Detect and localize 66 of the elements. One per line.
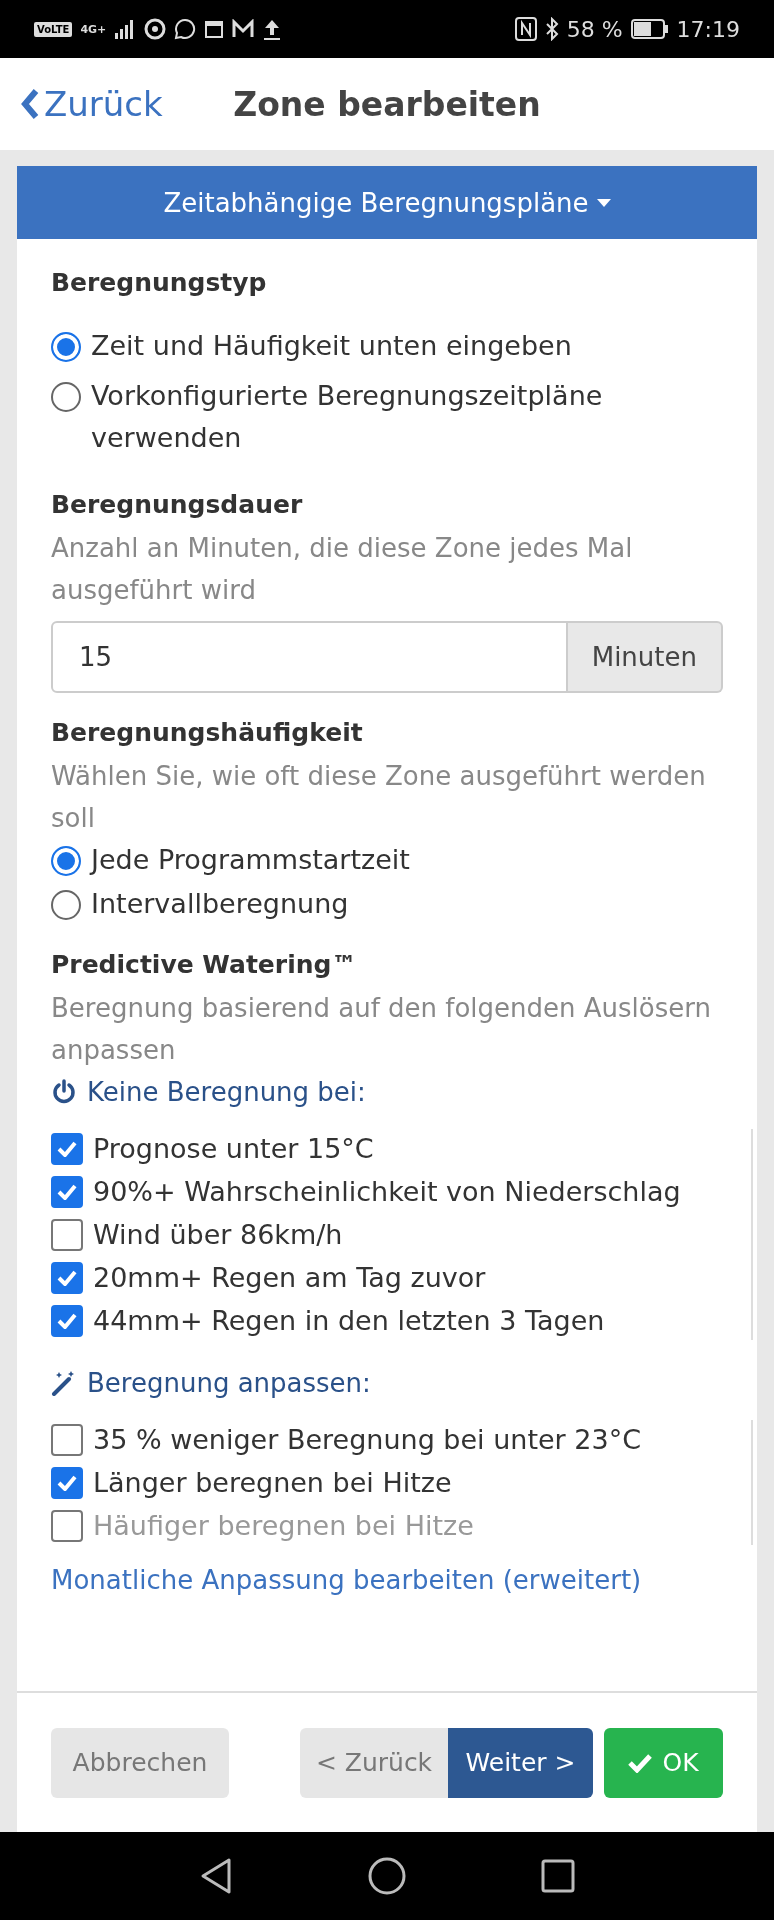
back-button[interactable]: < Zurück: [300, 1727, 448, 1798]
power-icon: [51, 1079, 77, 1105]
hint-text: Beregnung basierend auf den folgenden Auslösern anpassen: [51, 992, 712, 1067]
network-label: 4G+: [80, 22, 107, 36]
upload-icon: [262, 18, 283, 40]
schedule-dropdown[interactable]: Zeitabhängige Beregnungspläne: [17, 166, 757, 239]
checkbox-label: 35 % weniger Beregnung bei unter 23°C: [93, 1423, 641, 1457]
check-icon: [57, 1474, 77, 1491]
ok-button[interactable]: OK: [604, 1727, 723, 1798]
check-icon: [628, 1752, 653, 1773]
checkbox[interactable]: [51, 1175, 83, 1208]
check-icon: [57, 1312, 77, 1329]
minutes-field[interactable]: 15: [51, 621, 568, 693]
next-button[interactable]: Weiter >: [448, 1727, 593, 1798]
radio-button[interactable]: [51, 890, 81, 920]
checkbox[interactable]: [51, 1218, 83, 1251]
checkbox-label: 20mm+ Regen am Tag zuvor: [93, 1261, 486, 1295]
checkbox[interactable]: [51, 1261, 83, 1294]
home-icon[interactable]: [368, 1857, 406, 1895]
battery-percentage: 58 %: [566, 16, 623, 42]
checkbox-label: Wind über 86km/h: [93, 1218, 343, 1252]
clock: 17:19: [676, 16, 740, 42]
option-label: Zeit und Häufigkeit unten eingeben: [91, 329, 572, 363]
mail-icon: [232, 19, 255, 39]
section-label: Beregnungstyp: [51, 267, 268, 299]
radio-button[interactable]: [51, 332, 81, 362]
option-label: Vorkonfigurierte Beregnungszeitpläne verwenden: [91, 379, 604, 455]
check-icon: [57, 1269, 77, 1286]
group-title: Keine Beregnung bei:: [87, 1076, 366, 1109]
battery-icon: [630, 19, 669, 39]
chat-icon: [174, 18, 197, 40]
checkbox-label: Prognose unter 15°C: [93, 1132, 374, 1166]
screen-title: Zone bearbeiten: [233, 84, 541, 124]
back-icon[interactable]: [199, 1857, 233, 1895]
recents-icon[interactable]: [541, 1859, 575, 1893]
check-icon: [57, 1183, 77, 1200]
caret-icon: [596, 198, 611, 207]
section-label: Predictive Watering™: [51, 949, 358, 981]
section-label: Beregnungsdauer: [51, 489, 304, 521]
checkbox-label: Häufiger beregnen bei Hitze: [93, 1509, 474, 1543]
monthly-adjustment-link[interactable]: Monatliche Anpassung bearbeiten (erweitert): [51, 1559, 723, 1601]
checkbox-label: Länger beregnen bei Hitze: [93, 1466, 452, 1500]
hint-text: Wählen Sie, wie oft diese Zone ausgeführt werden soll: [51, 760, 707, 835]
check-icon: [57, 1140, 77, 1157]
checkbox[interactable]: [51, 1423, 83, 1456]
section-label: Beregnungshäufigkeit: [51, 717, 364, 749]
back-link[interactable]: Zurück: [20, 84, 163, 124]
calendar-icon: [204, 19, 225, 39]
browser-icon: [144, 18, 167, 40]
nfc-icon: [514, 17, 537, 41]
checkbox-label: 90%+ Wahrscheinlichkeit von Niederschlag: [93, 1175, 681, 1209]
checkbox-label: 44mm+ Regen in den letzten 3 Tagen: [93, 1304, 605, 1338]
checkbox[interactable]: [51, 1304, 83, 1337]
chevron-left-icon: [20, 88, 40, 120]
checkbox[interactable]: [51, 1132, 83, 1165]
radio-button[interactable]: [51, 846, 81, 876]
unit-label: Minuten: [567, 621, 723, 693]
group-title: Beregnung anpassen:: [87, 1367, 371, 1400]
option-label: Intervallberegnung: [91, 887, 349, 921]
hint-text: Anzahl an Minuten, die diese Zone jedes Mal ausgeführt wird: [51, 532, 634, 607]
checkbox[interactable]: [51, 1466, 83, 1499]
volte-indicator: VoLTE: [34, 21, 73, 37]
option-label: Jede Programmstartzeit: [91, 843, 410, 877]
radio-button[interactable]: [51, 382, 81, 412]
cancel-button[interactable]: Abbrechen: [51, 1727, 229, 1798]
bluetooth-icon: [544, 17, 559, 41]
